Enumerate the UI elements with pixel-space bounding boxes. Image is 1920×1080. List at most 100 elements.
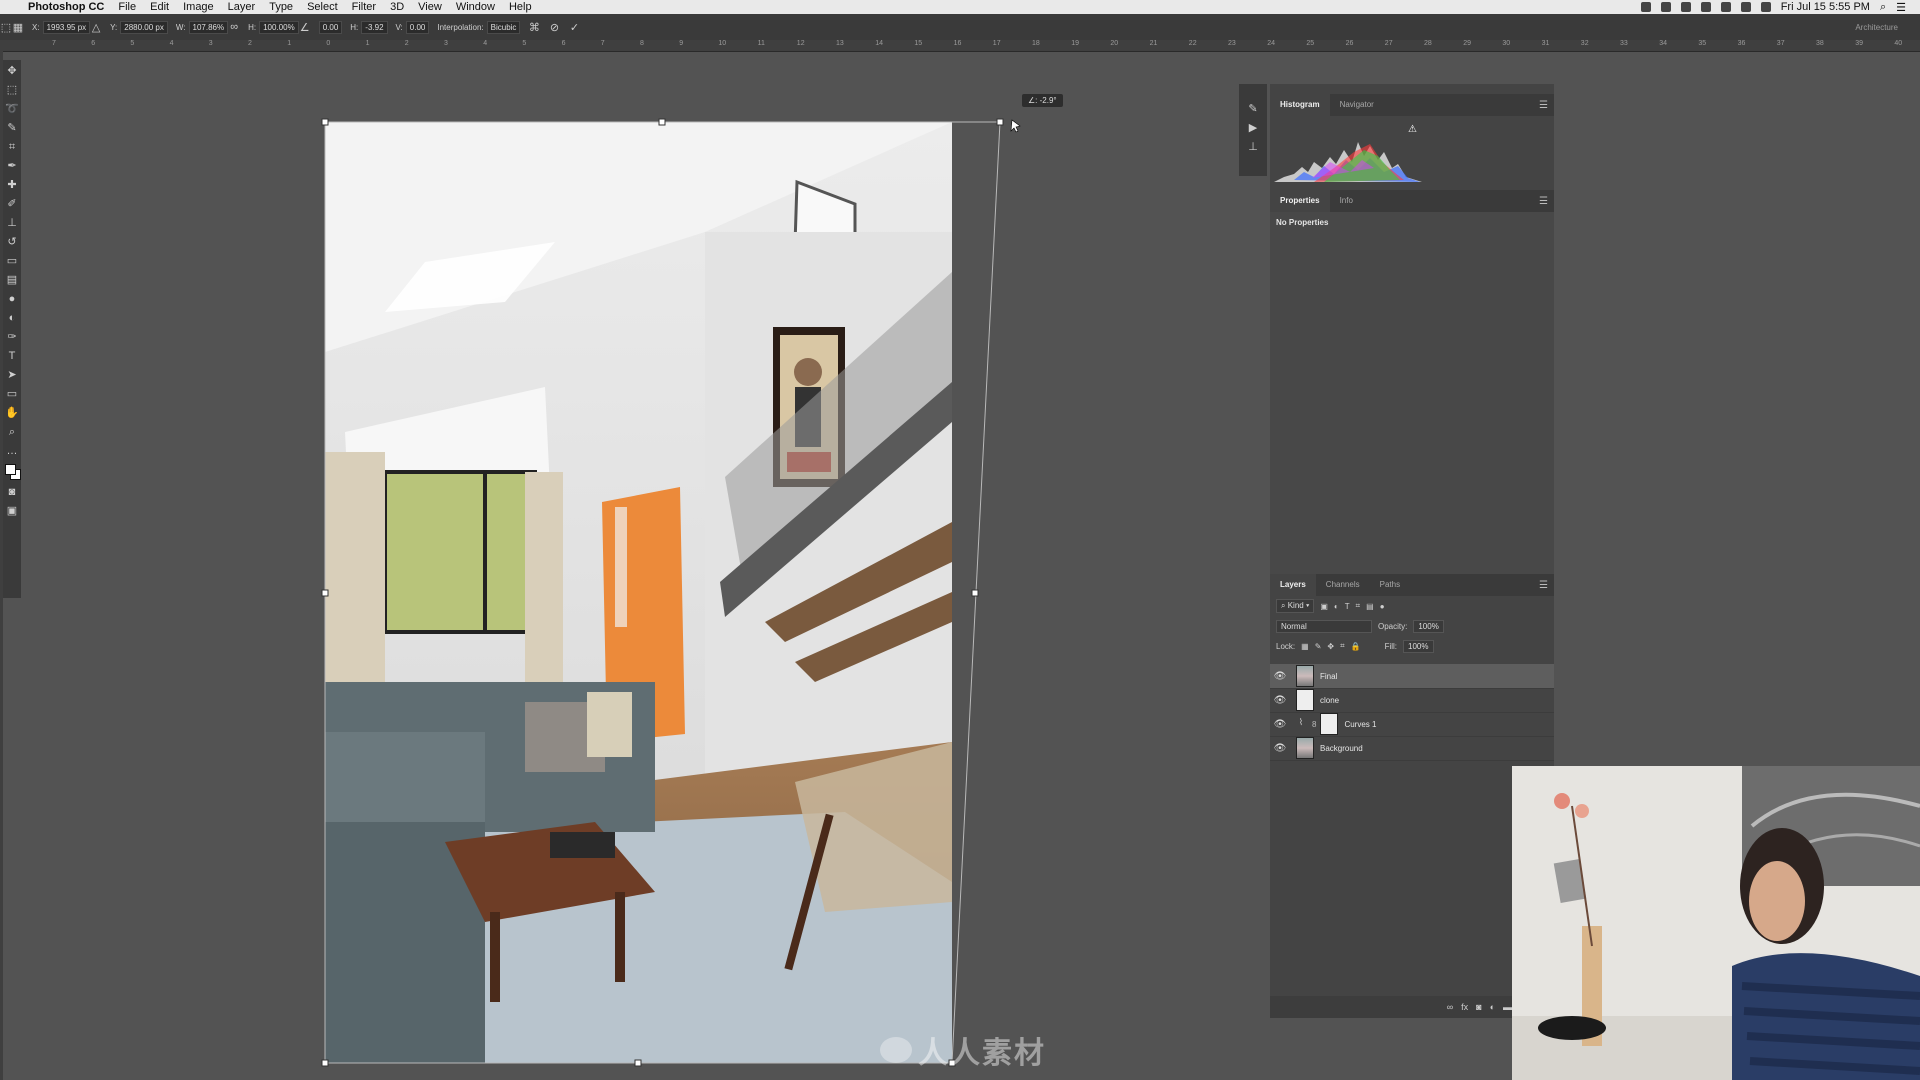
lasso-tool-icon[interactable]: ➰	[5, 102, 19, 117]
tab-layers[interactable]: Layers	[1270, 574, 1316, 596]
x-field[interactable]: 1993.95 px	[42, 20, 91, 34]
screen-mode-icon[interactable]: ▣	[5, 504, 19, 519]
status-icon-screen[interactable]	[1720, 2, 1731, 12]
handle-top-right[interactable]	[996, 118, 1004, 126]
fill-field[interactable]: 100%	[1403, 639, 1434, 653]
tab-navigator[interactable]: Navigator	[1330, 94, 1384, 116]
filter-kind-select[interactable]: ⌕ Kind ▾	[1276, 599, 1315, 613]
width-field[interactable]: 107.86%	[188, 20, 229, 34]
quick-select-tool-icon[interactable]: ✎	[5, 121, 19, 136]
history-brush-tool-icon[interactable]: ↺	[5, 235, 19, 250]
panel-menu-icon[interactable]: ☰	[1539, 196, 1548, 207]
transform-tool-icon[interactable]: ⬚	[0, 21, 12, 34]
layer-style-icon[interactable]: fx	[1461, 1002, 1468, 1012]
layer-row-clone[interactable]: 👁 clone	[1270, 688, 1554, 713]
menu-window[interactable]: Window	[456, 1, 495, 13]
cancel-transform-icon[interactable]: ⊘	[548, 21, 560, 34]
v-skew-field[interactable]: 0.00	[405, 20, 430, 34]
cache-warning-icon[interactable]: ⚠	[1408, 124, 1417, 135]
opacity-field[interactable]: 100%	[1413, 619, 1444, 633]
eraser-tool-icon[interactable]: ▭	[5, 254, 19, 269]
tab-paths[interactable]: Paths	[1370, 574, 1410, 596]
gradient-tool-icon[interactable]: ▤	[5, 273, 19, 288]
panel-menu-icon[interactable]: ☰	[1539, 580, 1548, 591]
link-layers-icon[interactable]: ∞	[1447, 1002, 1453, 1012]
layer-name[interactable]: Background	[1320, 744, 1363, 753]
status-icon-window[interactable]	[1680, 2, 1691, 12]
menu-view[interactable]: View	[418, 1, 442, 13]
workspace-switcher[interactable]: Architecture	[1855, 23, 1898, 32]
menu-edit[interactable]: Edit	[150, 1, 169, 13]
document-canvas[interactable]	[325, 122, 952, 1063]
dropbox-icon[interactable]	[1660, 2, 1671, 12]
reference-point-icon[interactable]: ▦	[12, 21, 24, 34]
commit-transform-icon[interactable]: ✓	[568, 21, 580, 34]
brush-tool-icon[interactable]: ✐	[5, 197, 19, 212]
add-mask-icon[interactable]: ◙	[1476, 1002, 1481, 1012]
shape-tool-icon[interactable]: ▭	[5, 387, 19, 402]
menu-type[interactable]: Type	[269, 1, 293, 13]
visibility-eye-icon[interactable]: 👁	[1272, 671, 1288, 682]
layer-name[interactable]: Curves 1	[1344, 720, 1376, 729]
blur-tool-icon[interactable]: ●	[5, 292, 19, 307]
spotlight-search-icon[interactable]: ⌕	[1880, 1, 1886, 14]
hand-tool-icon[interactable]: ✋	[5, 406, 19, 421]
visibility-eye-icon[interactable]: 👁	[1272, 719, 1288, 730]
menu-3d[interactable]: 3D	[390, 1, 404, 13]
type-tool-icon[interactable]: T	[5, 349, 19, 364]
color-swatches[interactable]	[4, 463, 21, 481]
mask-link-icon[interactable]: 8	[1312, 720, 1316, 729]
status-icon-record[interactable]	[1640, 2, 1651, 12]
foreground-color-swatch[interactable]	[5, 464, 16, 475]
pen-tool-icon[interactable]: ✑	[5, 330, 19, 345]
layer-row-final[interactable]: 👁 Final	[1270, 664, 1554, 689]
menu-app-name[interactable]: Photoshop CC	[28, 1, 104, 13]
filter-adjustment-icon[interactable]: ◐	[1334, 602, 1339, 611]
angle-field[interactable]: 0.00	[318, 20, 343, 34]
clone-source-icon[interactable]: ⊥	[1248, 140, 1258, 153]
brush-settings-icon[interactable]: ✎	[1248, 102, 1257, 115]
new-group-icon[interactable]: ▬	[1503, 1002, 1512, 1012]
lock-transparent-icon[interactable]: ▦	[1301, 642, 1309, 651]
zoom-tool-icon[interactable]: ⌕	[5, 425, 19, 440]
tab-channels[interactable]: Channels	[1316, 574, 1370, 596]
visibility-eye-icon[interactable]: 👁	[1272, 743, 1288, 754]
status-icon-cloud[interactable]	[1700, 2, 1711, 12]
menu-layer[interactable]: Layer	[228, 1, 256, 13]
filter-shape-icon[interactable]: ⌗	[1356, 601, 1361, 611]
move-tool-icon[interactable]: ✥	[5, 64, 19, 79]
horizontal-ruler[interactable]: 7 6 5 4 3 2 1 0 1 2 3 4 5 6 7 8 9 10 11 12 13 14 15 16 17 18 19 20 2…	[0, 40, 1920, 52]
marquee-tool-icon[interactable]: ⬚	[5, 83, 19, 98]
volume-icon[interactable]	[1760, 2, 1771, 12]
visibility-eye-icon[interactable]: 👁	[1272, 695, 1288, 706]
layer-name[interactable]: Final	[1320, 672, 1337, 681]
h-skew-field[interactable]: -3.92	[361, 20, 388, 34]
layer-row-curves[interactable]: 👁 ⌇ 8 Curves 1	[1270, 712, 1554, 737]
more-tools-icon[interactable]: …	[5, 444, 19, 459]
dodge-tool-icon[interactable]: ◐	[5, 311, 19, 326]
panel-menu-icon[interactable]: ☰	[1539, 100, 1548, 111]
menu-image[interactable]: Image	[183, 1, 214, 13]
warp-mode-icon[interactable]: ⌘	[528, 21, 540, 34]
layer-name[interactable]: clone	[1320, 696, 1339, 705]
height-field[interactable]: 100.00%	[259, 20, 299, 34]
lock-all-icon[interactable]: 🔒	[1351, 642, 1361, 651]
healing-brush-tool-icon[interactable]: ✚	[5, 178, 19, 193]
menu-file[interactable]: File	[118, 1, 136, 13]
lock-artboard-icon[interactable]: ⌗	[1340, 641, 1345, 651]
filter-smart-object-icon[interactable]: ▤	[1366, 602, 1374, 611]
lock-image-icon[interactable]: ✎	[1315, 642, 1322, 651]
blend-mode-select[interactable]: Normal	[1276, 619, 1372, 633]
filter-toggle-icon[interactable]: ●	[1380, 602, 1385, 611]
delta-icon[interactable]: △	[90, 21, 102, 34]
menubar-clock[interactable]: Fri Jul 15 5:55 PM	[1781, 1, 1870, 13]
crop-tool-icon[interactable]: ⌗	[5, 140, 19, 155]
y-field[interactable]: 2880.00 px	[120, 20, 168, 34]
lock-position-icon[interactable]: ✥	[1327, 642, 1334, 651]
new-adjustment-icon[interactable]: ◐	[1490, 1002, 1495, 1012]
actions-play-icon[interactable]: ▶	[1249, 121, 1257, 134]
filter-pixel-icon[interactable]: ▣	[1320, 602, 1328, 611]
clone-stamp-tool-icon[interactable]: ⊥	[5, 216, 19, 231]
quick-mask-icon[interactable]: ◙	[5, 485, 19, 500]
filter-type-icon[interactable]: T	[1345, 602, 1350, 611]
